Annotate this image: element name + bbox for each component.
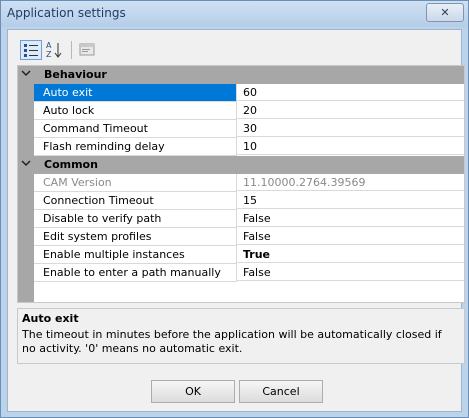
property-value[interactable]: 30 [237, 120, 464, 137]
settings-window: Application settings ✕ A Z Behaviour Aut… [0, 0, 469, 418]
property-row-enable-multiple-instances[interactable]: Enable multiple instances True [34, 246, 464, 264]
property-name: Enable to enter a path manually [34, 264, 237, 282]
property-name: Connection Timeout [34, 192, 237, 210]
toolbar-separator [71, 41, 72, 59]
property-value[interactable]: True [237, 246, 464, 263]
property-name: Disable to verify path [34, 210, 237, 228]
property-row-auto-lock[interactable]: Auto lock 20 [34, 102, 464, 120]
category-common[interactable]: Common [18, 156, 464, 174]
property-row-flash-reminding-delay[interactable]: Flash reminding delay 10 [34, 138, 464, 156]
property-name: Command Timeout [34, 120, 237, 138]
alphabetical-sort-button[interactable]: A Z [43, 40, 65, 60]
window-title: Application settings [7, 6, 126, 20]
property-value[interactable]: False [237, 210, 464, 227]
categorized-view-button[interactable] [20, 40, 42, 60]
property-value[interactable]: 15 [237, 192, 464, 209]
property-name: Auto lock [34, 102, 237, 120]
property-row-command-timeout[interactable]: Command Timeout 30 [34, 120, 464, 138]
property-value[interactable]: False [237, 264, 464, 281]
description-text: The timeout in minutes before the applic… [22, 328, 442, 355]
property-grid-toolbar: A Z [17, 38, 465, 62]
property-pages-button[interactable] [77, 40, 99, 60]
property-value[interactable]: 20 [237, 102, 464, 119]
title-bar[interactable]: Application settings ✕ [1, 1, 468, 27]
close-button[interactable]: ✕ [426, 3, 464, 22]
cancel-button[interactable]: Cancel [239, 380, 323, 403]
property-name: CAM Version [34, 174, 237, 192]
dialog-client-area: A Z Behaviour Auto exit 60 Auto lock 20 … [7, 29, 465, 412]
description-panel: Auto exit The timeout in minutes before … [17, 308, 465, 364]
chevron-down-icon[interactable] [21, 68, 33, 82]
sort-az-icon: A Z [46, 41, 62, 59]
chevron-down-icon[interactable] [21, 158, 33, 172]
property-row-cam-version[interactable]: CAM Version 11.10000.2764.39569 [34, 174, 464, 192]
property-row-enable-enter-path-manually[interactable]: Enable to enter a path manually False [34, 264, 464, 282]
property-name: Auto exit [34, 84, 237, 102]
property-value: 11.10000.2764.39569 [237, 174, 464, 191]
property-pages-icon [79, 43, 95, 56]
categorized-view-icon [24, 44, 38, 57]
property-value[interactable]: 60 [237, 84, 464, 101]
category-label: Behaviour [44, 68, 107, 81]
property-grid: Behaviour Auto exit 60 Auto lock 20 Comm… [17, 65, 465, 303]
property-name: Flash reminding delay [34, 138, 237, 156]
svg-text:Z: Z [46, 50, 52, 59]
svg-text:A: A [46, 41, 52, 50]
category-behaviour[interactable]: Behaviour [18, 66, 464, 84]
property-row-disable-verify-path[interactable]: Disable to verify path False [34, 210, 464, 228]
property-row-auto-exit[interactable]: Auto exit 60 [34, 84, 464, 102]
property-row-edit-system-profiles[interactable]: Edit system profiles False [34, 228, 464, 246]
close-icon: ✕ [440, 6, 450, 19]
ok-button[interactable]: OK [151, 380, 235, 403]
grid-gutter [18, 66, 34, 302]
property-row-connection-timeout[interactable]: Connection Timeout 15 [34, 192, 464, 210]
category-label: Common [44, 158, 98, 171]
property-value[interactable]: False [237, 228, 464, 245]
description-title: Auto exit [22, 312, 79, 325]
property-name: Enable multiple instances [34, 246, 237, 264]
property-value[interactable]: 10 [237, 138, 464, 155]
property-name: Edit system profiles [34, 228, 237, 246]
